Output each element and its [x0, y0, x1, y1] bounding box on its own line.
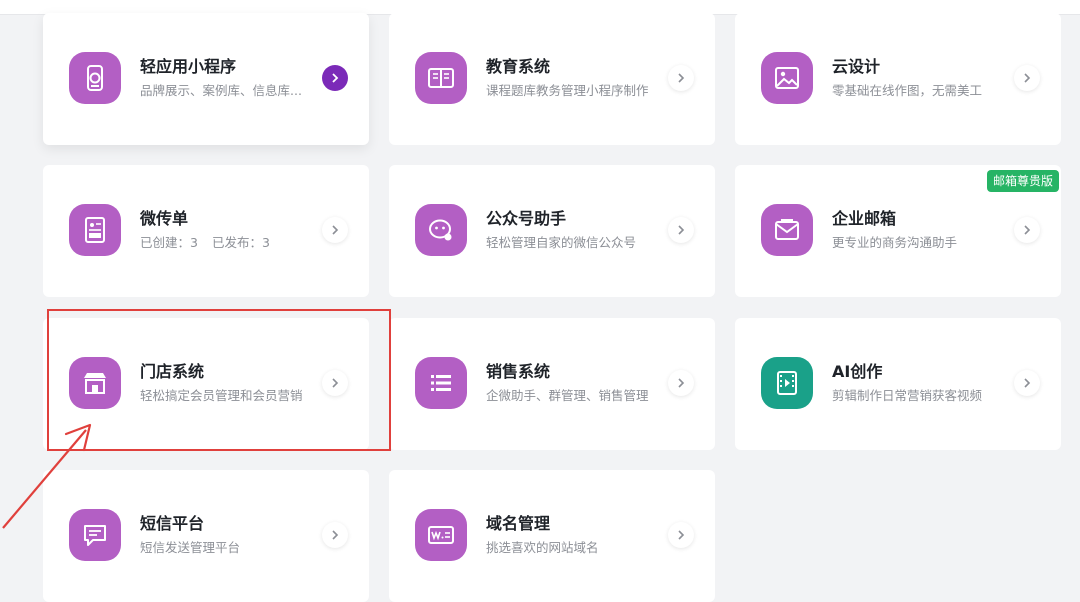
card-subtitle: 短信发送管理平台: [140, 540, 241, 555]
store-icon: [69, 357, 121, 409]
chevron-right-icon[interactable]: [668, 370, 694, 396]
card-sales-system[interactable]: 销售系统 企微助手、群管理、销售管理: [389, 318, 715, 450]
chevron-right-icon[interactable]: [668, 522, 694, 548]
card-title: 公众号助手: [486, 209, 567, 228]
chevron-right-icon[interactable]: [322, 217, 348, 243]
list-icon: [415, 357, 467, 409]
card-subtitle: 挑选喜欢的网站域名: [486, 540, 599, 555]
chevron-right-icon[interactable]: [668, 65, 694, 91]
wechat-icon: [415, 204, 467, 256]
card-subtitle: 轻松管理自家的微信公众号: [486, 235, 637, 250]
published-count: 3: [261, 235, 270, 250]
card-subtitle: 已创建：3 已发布：3: [140, 232, 270, 251]
chevron-right-icon[interactable]: [1014, 370, 1040, 396]
created-count: 3: [190, 235, 198, 250]
chevron-right-icon[interactable]: [322, 65, 348, 91]
created-label: 已创建：: [140, 235, 191, 250]
domain-icon: [415, 509, 467, 561]
published-label: 已发布：: [211, 235, 262, 250]
book-icon: [415, 52, 467, 104]
card-subtitle: 企微助手、群管理、销售管理: [486, 388, 649, 403]
card-title: 短信平台: [140, 514, 205, 533]
card-cloud-design[interactable]: 云设计 零基础在线作图，无需美工: [735, 13, 1061, 145]
premium-badge: 邮箱尊贵版: [986, 170, 1059, 192]
chevron-right-icon[interactable]: [668, 217, 694, 243]
card-title: AI创作: [832, 362, 883, 381]
video-icon: [761, 357, 813, 409]
card-title: 微传单: [140, 209, 189, 228]
card-subtitle: 课程题库教务管理小程序制作: [486, 83, 649, 98]
card-ai-creation[interactable]: AI创作 剪辑制作日常营销获客视频: [735, 318, 1061, 450]
message-icon: [69, 509, 121, 561]
card-title: 企业邮箱: [832, 209, 897, 228]
mail-icon: [761, 204, 813, 256]
card-subtitle: 零基础在线作图，无需美工: [832, 83, 983, 98]
card-subtitle: 轻松搞定会员管理和会员营销: [140, 388, 303, 403]
card-title: 轻应用小程序: [140, 57, 237, 76]
card-subtitle: 品牌展示、案例库、信息库...: [140, 83, 302, 98]
card-title: 门店系统: [140, 362, 205, 381]
card-title: 销售系统: [486, 362, 551, 381]
card-sms-platform[interactable]: 短信平台 短信发送管理平台: [43, 470, 369, 602]
card-title: 教育系统: [486, 57, 551, 76]
card-mini-program[interactable]: 轻应用小程序 品牌展示、案例库、信息库...: [43, 13, 369, 145]
card-subtitle: 更专业的商务沟通助手: [832, 235, 958, 250]
card-official-account[interactable]: 公众号助手 轻松管理自家的微信公众号: [389, 165, 715, 297]
card-enterprise-mail[interactable]: 邮箱尊贵版 企业邮箱 更专业的商务沟通助手: [735, 165, 1061, 297]
chevron-right-icon[interactable]: [322, 522, 348, 548]
flyer-icon: [69, 204, 121, 256]
card-title: 云设计: [832, 57, 881, 76]
image-icon: [761, 52, 813, 104]
card-title: 域名管理: [486, 514, 551, 533]
card-domain-management[interactable]: 域名管理 挑选喜欢的网站域名: [389, 470, 715, 602]
chevron-right-icon[interactable]: [1014, 65, 1040, 91]
card-store-system[interactable]: 门店系统 轻松搞定会员管理和会员营销: [43, 318, 369, 450]
mini-program-icon: [69, 52, 121, 104]
card-education[interactable]: 教育系统 课程题库教务管理小程序制作: [389, 13, 715, 145]
card-subtitle: 剪辑制作日常营销获客视频: [832, 388, 983, 403]
chevron-right-icon[interactable]: [322, 370, 348, 396]
card-flyer[interactable]: 微传单 已创建：3 已发布：3: [43, 165, 369, 297]
chevron-right-icon[interactable]: [1014, 217, 1040, 243]
